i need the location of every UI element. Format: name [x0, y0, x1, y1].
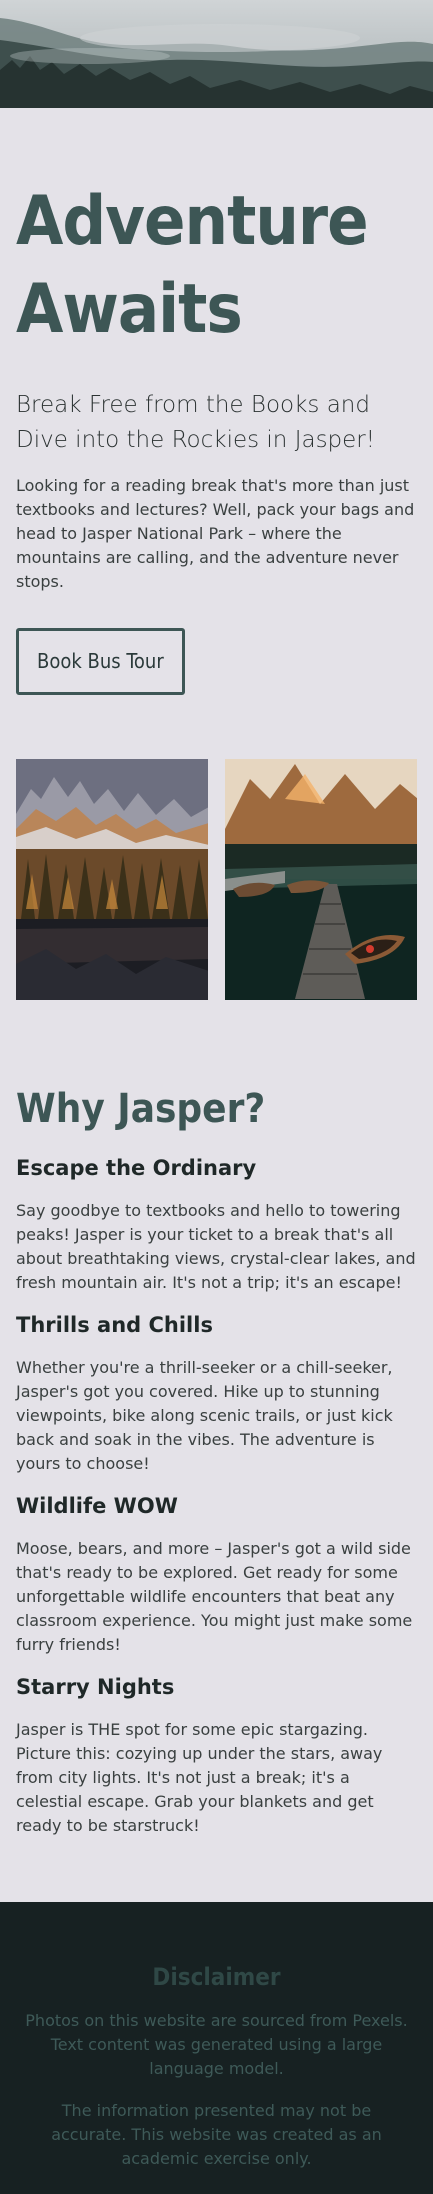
gallery-photo-mountain-lake	[16, 759, 208, 1000]
footer: Disclaimer Photos on this website are so…	[0, 1902, 433, 2194]
page-title: Adventure Awaits	[16, 178, 417, 354]
section-text-wildlife: Moose, bears, and more – Jasper's got a …	[16, 1539, 413, 1654]
mountain-lake-image	[16, 759, 208, 1000]
photo-gallery	[16, 759, 417, 1000]
hero-intro: Looking for a reading break that's more …	[16, 476, 415, 591]
title-line-2: Awaits	[16, 270, 243, 349]
misty-mountain-image	[0, 0, 433, 108]
gallery-photo-lake-boats	[225, 759, 417, 1000]
section-text-thrills: Whether you're a thrill-seeker or a chil…	[16, 1358, 393, 1473]
disclaimer-text-1: Photos on this website are sourced from …	[25, 2011, 408, 2078]
disclaimer-title: Disclaimer	[152, 1963, 281, 1991]
lake-boats-image	[225, 759, 417, 1000]
section-heading-thrills: Thrills and Chills	[16, 1313, 213, 1337]
book-bus-tour-button[interactable]: Book Bus Tour	[16, 628, 185, 695]
section-heading-wildlife: Wildlife WOW	[16, 1494, 178, 1518]
section-text-escape: Say goodbye to textbooks and hello to to…	[16, 1201, 416, 1292]
disclaimer-text-2: The information presented may not be acc…	[51, 2101, 382, 2168]
hero-image	[0, 0, 433, 108]
title-line-1: Adventure	[16, 182, 369, 261]
why-jasper-title: Why Jasper?	[16, 1086, 266, 1132]
hero-subtitle: Break Free from the Books and Dive into …	[16, 392, 375, 453]
section-heading-starry: Starry Nights	[16, 1675, 175, 1699]
section-heading-escape: Escape the Ordinary	[16, 1156, 257, 1180]
section-text-starry: Jasper is THE spot for some epic stargaz…	[16, 1720, 383, 1835]
